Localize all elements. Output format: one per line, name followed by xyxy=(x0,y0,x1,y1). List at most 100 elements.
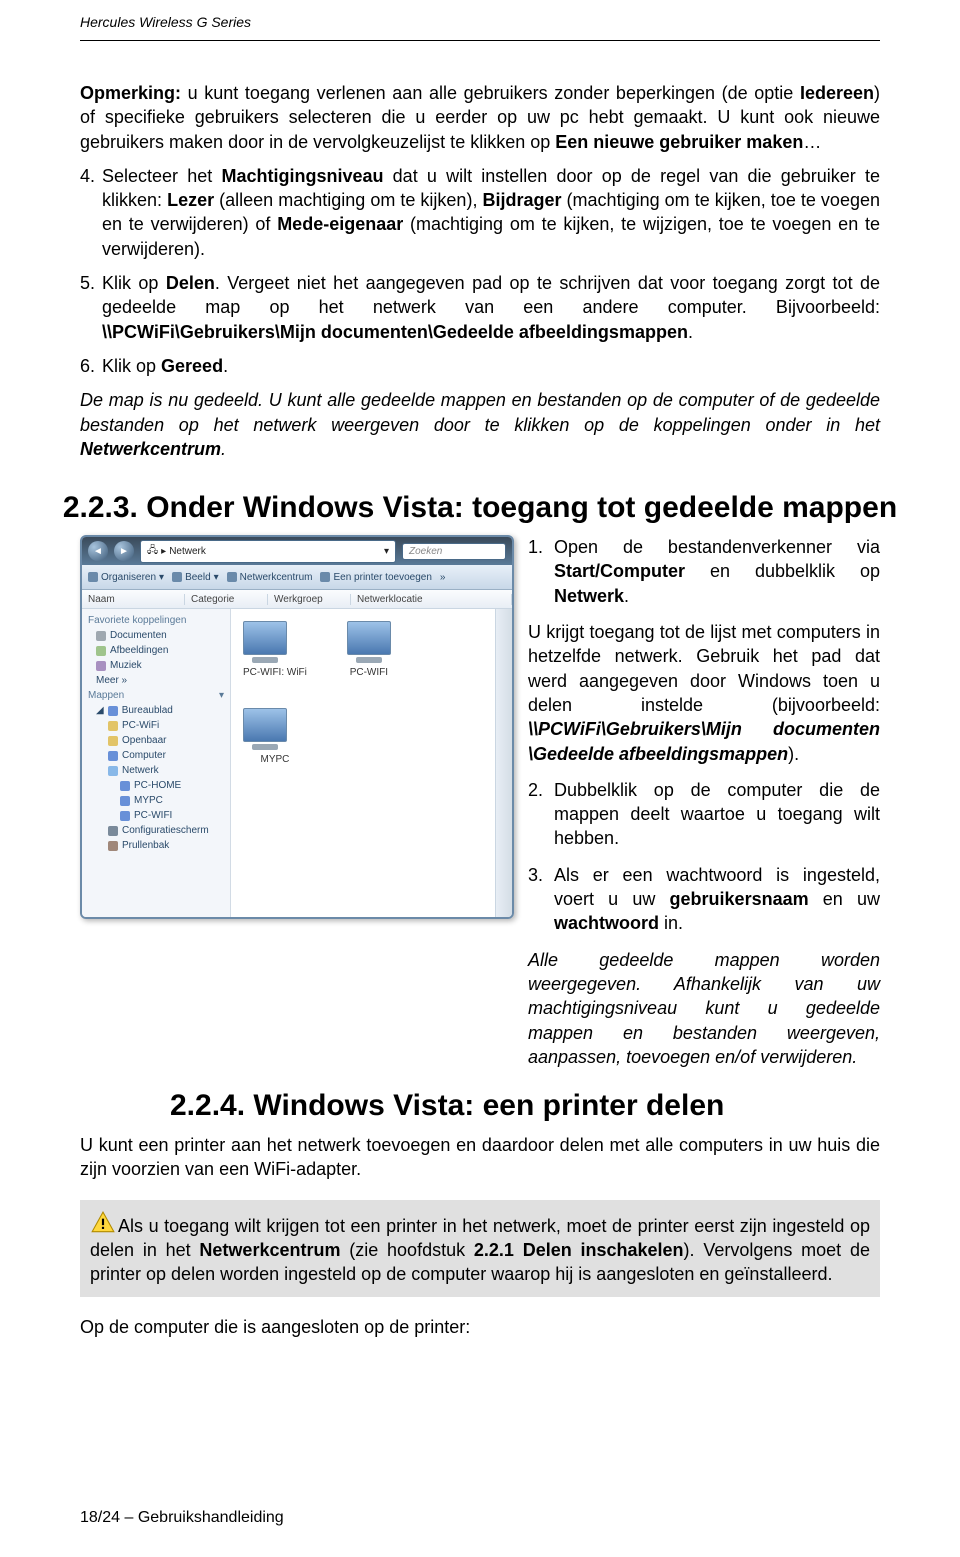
monitor-icon xyxy=(347,621,391,655)
section-224-title: 2.2.4. Windows Vista: een printer delen xyxy=(0,1089,960,1123)
arrow-right-icon: ► xyxy=(119,546,129,557)
sb-favorites-head: Favoriete koppelingen xyxy=(86,613,226,628)
chevron-down-icon: ▾ xyxy=(214,572,219,583)
list-item-4: 4. Selecteer het Machtigingsniveau dat u… xyxy=(80,164,880,261)
header-rule xyxy=(80,40,880,41)
explorer-content: PC-WIFI: WiFi MYPC PC-WIFI xyxy=(231,609,495,917)
tb-overflow[interactable]: » xyxy=(440,572,446,583)
explorer-main: Favoriete koppelingen Documenten Afbeeld… xyxy=(82,609,512,917)
network-pc-1[interactable]: PC-WIFI: WiFi xyxy=(243,621,307,678)
organize-icon xyxy=(88,572,98,582)
pc-label: PC-WIFI: WiFi xyxy=(243,667,307,678)
explorer-toolbar: Organiseren ▾ Beeld ▾ Netwerkcentrum Een… xyxy=(82,565,512,590)
column-headers: Naam Categorie Werkgroep Netwerklocatie xyxy=(82,590,512,609)
col-netwerklocatie[interactable]: Netwerklocatie xyxy=(351,594,512,605)
chevron-right-icon: ▸ xyxy=(161,546,166,557)
section-223-text: 1. Open de bestandenverkenner via Start/… xyxy=(528,535,880,1081)
explorer-sidebar: Favoriete koppelingen Documenten Afbeeld… xyxy=(82,609,231,917)
list-number: 6. xyxy=(80,354,95,378)
picture-icon xyxy=(96,646,106,656)
breadcrumb-label: Netwerk xyxy=(169,546,206,557)
chevron-down-icon: ▾ xyxy=(159,572,164,583)
desktop-icon xyxy=(108,706,118,716)
warning-icon xyxy=(90,1210,116,1236)
sb-computer[interactable]: Computer xyxy=(86,748,226,763)
sb-muziek[interactable]: Muziek xyxy=(86,658,226,673)
sb-pcwifi[interactable]: PC-WiFi xyxy=(86,718,226,733)
computer-icon xyxy=(120,811,130,821)
step-3: 3. Als er een wachtwoord is ingesteld, v… xyxy=(528,863,880,936)
folder-icon xyxy=(108,721,118,731)
section-224-intro: U kunt een printer aan het netwerk toevo… xyxy=(0,1133,960,1182)
address-bar[interactable]: 🖧 ▸ Netwerk ▾ xyxy=(140,540,396,563)
sb-pcwifi2[interactable]: PC-WIFI xyxy=(86,808,226,823)
info-paragraph: U krijgt toegang tot de lijst met comput… xyxy=(528,620,880,766)
doc-header: Hercules Wireless G Series xyxy=(0,0,960,36)
search-placeholder: Zoeken xyxy=(409,546,442,557)
footer-title: Gebruikshandleiding xyxy=(138,1509,284,1526)
pc-label: MYPC xyxy=(243,754,307,765)
screenshot-column: ◄ ► 🖧 ▸ Netwerk ▾ Zoeken xyxy=(80,535,510,1081)
tb-printer-toevoegen[interactable]: Een printer toevoegen xyxy=(320,572,431,583)
gear-icon xyxy=(108,826,118,836)
list-number: 2. xyxy=(528,778,543,802)
sb-documenten[interactable]: Documenten xyxy=(86,628,226,643)
section-223-title: 2.2.3. Onder Windows Vista: toegang tot … xyxy=(0,491,960,525)
tb-organiseren[interactable]: Organiseren ▾ xyxy=(88,572,164,583)
network-icon xyxy=(108,766,118,776)
monitor-icon xyxy=(243,621,287,655)
col-naam[interactable]: Naam xyxy=(82,594,185,605)
remark-paragraph: Opmerking: u kunt toegang verlenen aan a… xyxy=(80,81,880,154)
list-number: 5. xyxy=(80,271,95,295)
sb-openbaar[interactable]: Openbaar xyxy=(86,733,226,748)
step-1: 1. Open de bestandenverkenner via Start/… xyxy=(528,535,880,608)
result-paragraph: Alle gedeelde mappen worden weergegeven.… xyxy=(528,948,880,1069)
sb-afbeeldingen[interactable]: Afbeeldingen xyxy=(86,643,226,658)
vertical-scrollbar[interactable] xyxy=(495,609,512,917)
computer-icon xyxy=(120,781,130,791)
page-footer: 18/24 – Gebruikshandleiding xyxy=(80,1509,284,1527)
network-pc-2[interactable]: MYPC xyxy=(243,708,307,765)
sb-mappen-head[interactable]: Mappen▾ xyxy=(86,688,226,703)
back-button[interactable]: ◄ xyxy=(88,541,108,561)
tb-netwerkcentrum[interactable]: Netwerkcentrum xyxy=(227,572,313,583)
pc-label: PC-WIFI xyxy=(347,667,391,678)
list-number: 3. xyxy=(528,863,543,887)
monitor-icon xyxy=(243,708,287,742)
sb-bureaublad[interactable]: ◢Bureaublad xyxy=(86,703,226,718)
sb-prullenbak[interactable]: Prullenbak xyxy=(86,838,226,853)
view-icon xyxy=(172,572,182,582)
music-icon xyxy=(96,661,106,671)
series-title: Hercules Wireless G Series xyxy=(80,14,251,30)
step-2: 2. Dubbelklik op de computer die de mapp… xyxy=(528,778,880,851)
chevron-down-icon: ▾ xyxy=(384,546,389,557)
computer-icon xyxy=(120,796,130,806)
chevron-down-icon: ▾ xyxy=(219,690,224,701)
network-icon: 🖧 xyxy=(147,543,158,560)
sb-meer[interactable]: Meer » xyxy=(86,673,226,688)
list-item-5: 5. Klik op Delen. Vergeet niet het aange… xyxy=(80,271,880,344)
sb-pchome[interactable]: PC-HOME xyxy=(86,778,226,793)
printer-icon xyxy=(320,572,330,582)
forward-button[interactable]: ► xyxy=(114,541,134,561)
col-categorie[interactable]: Categorie xyxy=(185,594,268,605)
final-paragraph: De map is nu gedeeld. U kunt alle gedeel… xyxy=(80,388,880,461)
warning-box: Als u toegang wilt krijgen tot een print… xyxy=(80,1200,880,1297)
body-text-block: Opmerking: u kunt toegang verlenen aan a… xyxy=(0,81,960,461)
tree-collapse-icon: ◢ xyxy=(96,705,104,716)
network-center-icon xyxy=(227,572,237,582)
page-number: 18/24 – xyxy=(80,1509,138,1526)
two-column-row: ◄ ► 🖧 ▸ Netwerk ▾ Zoeken xyxy=(0,535,960,1081)
remark-label: Opmerking: xyxy=(80,83,181,103)
search-input[interactable]: Zoeken xyxy=(402,543,506,560)
list-item-6: 6. Klik op Gereed. xyxy=(80,354,880,378)
col-werkgroep[interactable]: Werkgroep xyxy=(268,594,351,605)
network-pc-3[interactable]: PC-WIFI xyxy=(347,621,391,678)
tb-beeld[interactable]: Beeld ▾ xyxy=(172,572,219,583)
sb-config[interactable]: Configuratiescherm xyxy=(86,823,226,838)
vista-explorer-screenshot: ◄ ► 🖧 ▸ Netwerk ▾ Zoeken xyxy=(80,535,514,919)
sb-netwerk[interactable]: Netwerk xyxy=(86,763,226,778)
sb-mypc[interactable]: MYPC xyxy=(86,793,226,808)
computer-icon xyxy=(108,751,118,761)
footer-instruction: Op de computer die is aangesloten op de … xyxy=(0,1315,960,1339)
